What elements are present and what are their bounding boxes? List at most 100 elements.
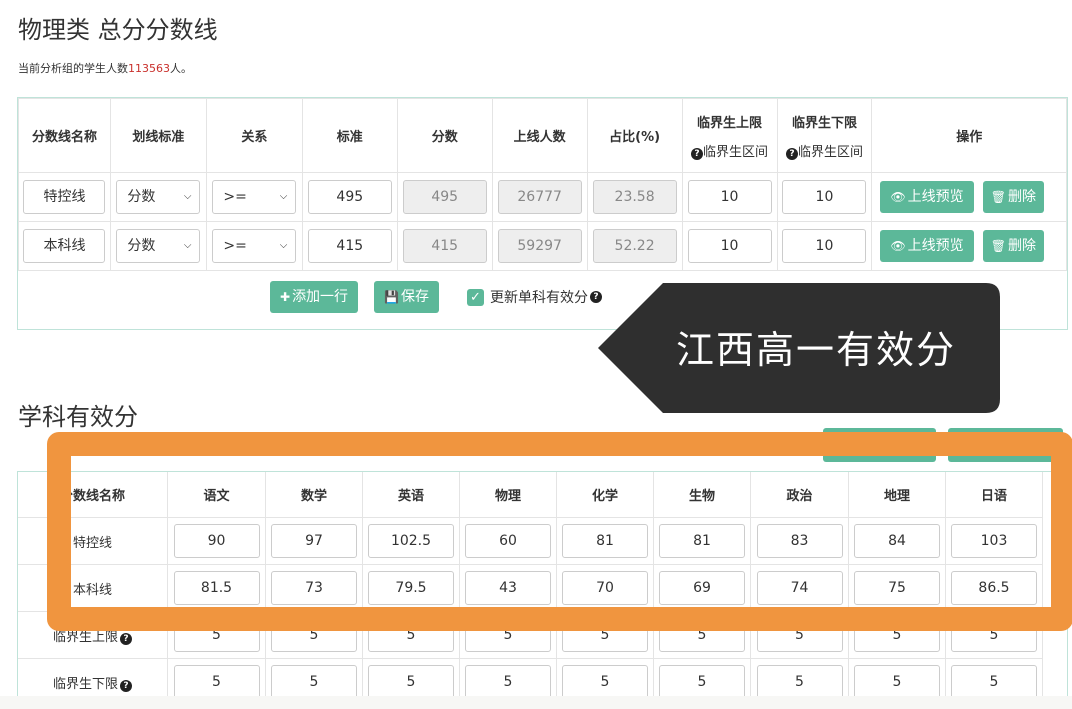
standard-input[interactable]: 495 — [307, 180, 392, 214]
help-icon[interactable]: ? — [785, 147, 798, 160]
col-header-standard: 标准 — [301, 98, 398, 173]
subject-score-input[interactable]: 5 — [951, 618, 1037, 652]
annotation-callout: 江西高一有效分 — [598, 283, 1000, 413]
col-header-subject: 英语 — [362, 472, 460, 518]
ratio-field: 52.22 — [592, 229, 677, 263]
table-row: 本科线 81.5 73 79.5 43 70 69 74 75 86.5 — [18, 564, 1043, 612]
col-header-action: 操作 — [871, 98, 1067, 173]
col-header-subject: 物理 — [459, 472, 557, 518]
col-header-subject: 生物 — [653, 472, 751, 518]
subject-score-input[interactable]: 69 — [659, 571, 745, 605]
row-label: 本科线 — [18, 564, 168, 612]
table-row: 特控线 90 97 102.5 60 81 81 83 84 103 — [18, 517, 1043, 565]
row-label: 临界生上限? — [18, 611, 168, 659]
partially-hidden-button[interactable] — [948, 428, 1063, 462]
score-field: 415 — [402, 229, 487, 263]
subject-score-input[interactable]: 5 — [659, 618, 745, 652]
row-label: 特控线 — [18, 517, 168, 565]
delete-button[interactable]: 🗑 删除 — [982, 230, 1044, 262]
standard-input[interactable]: 415 — [307, 229, 392, 263]
table-row: 临界生上限? 5 5 5 5 5 5 5 5 5 — [18, 611, 1043, 659]
update-subject-checkbox[interactable]: ✓ 更新单科有效分? — [467, 287, 602, 307]
preview-button[interactable]: 👁 上线预览 — [880, 230, 974, 262]
relation-select[interactable]: >= ⌵ — [212, 180, 297, 214]
subject-score-input[interactable]: 5 — [562, 665, 648, 699]
subject-score-input[interactable]: 5 — [368, 618, 454, 652]
trash-icon: 🗑 — [990, 190, 1006, 204]
subject-score-input[interactable]: 97 — [271, 524, 357, 558]
ratio-field: 23.58 — [592, 180, 677, 214]
partially-hidden-button[interactable] — [823, 428, 936, 462]
subject-score-input[interactable]: 43 — [465, 571, 551, 605]
subject-score-panel: 分数线名称 语文 数学 英语 物理 化学 生物 政治 地理 日语 特控线 90 … — [17, 471, 1068, 709]
subject-score-input[interactable]: 5 — [854, 665, 940, 699]
subject-score-input[interactable]: 5 — [271, 618, 357, 652]
chevron-down-icon: ⌵ — [183, 191, 192, 202]
subject-score-input[interactable]: 5 — [756, 618, 843, 652]
col-header-name: 分数线名称 — [18, 98, 111, 173]
lower-input[interactable]: 10 — [782, 229, 867, 263]
help-icon[interactable]: ? — [120, 679, 132, 692]
line-name-input[interactable]: 本科线 — [23, 229, 106, 263]
subject-score-input[interactable]: 90 — [173, 524, 260, 558]
subject-score-input[interactable]: 81 — [659, 524, 745, 558]
plus-icon: ✚ — [280, 290, 291, 304]
subject-score-input[interactable]: 75 — [854, 571, 940, 605]
subject-score-input[interactable]: 5 — [465, 618, 551, 652]
upper-input[interactable]: 10 — [687, 180, 772, 214]
relation-select[interactable]: >= ⌵ — [212, 229, 297, 263]
trash-icon: 🗑 — [990, 239, 1006, 253]
subject-score-input[interactable]: 5 — [173, 618, 260, 652]
col-header-standard-type: 划线标准 — [109, 98, 207, 173]
eye-icon: 👁 — [890, 190, 906, 204]
subject-score-input[interactable]: 84 — [854, 524, 940, 558]
upper-input[interactable]: 10 — [687, 229, 772, 263]
subject-score-input[interactable]: 5 — [271, 665, 357, 699]
subject-score-input[interactable]: 5 — [659, 665, 745, 699]
col-header-subject: 日语 — [945, 472, 1043, 518]
help-icon[interactable]: ? — [691, 147, 704, 160]
col-header-ratio: 占比(%) — [586, 98, 683, 173]
subject-score-input[interactable]: 81 — [562, 524, 648, 558]
subject-score-input[interactable]: 103 — [951, 524, 1037, 558]
col-header-subject: 数学 — [265, 472, 363, 518]
bottom-edge — [0, 696, 1072, 709]
subject-score-input[interactable]: 79.5 — [368, 571, 454, 605]
line-name-input[interactable]: 特控线 — [23, 180, 106, 214]
delete-button[interactable]: 🗑 删除 — [982, 181, 1044, 213]
checkmark-icon: ✓ — [467, 288, 484, 306]
subject-score-input[interactable]: 5 — [951, 665, 1037, 699]
subject-score-input[interactable]: 81.5 — [173, 571, 260, 605]
subject-score-input[interactable]: 70 — [562, 571, 648, 605]
subject-score-input[interactable]: 5 — [368, 665, 454, 699]
section-title: 学科有效分 — [18, 403, 138, 431]
subject-score-input[interactable]: 86.5 — [951, 571, 1037, 605]
score-line-table: 分数线名称 划线标准 关系 标准 分数 上线人数 占比(%) 临界生上限? 临界生… — [18, 98, 1067, 271]
subject-score-input[interactable]: 5 — [173, 665, 260, 699]
subject-score-input[interactable]: 102.5 — [368, 524, 454, 558]
subject-score-input[interactable]: 74 — [756, 571, 843, 605]
subject-score-input[interactable]: 73 — [271, 571, 357, 605]
subject-score-input[interactable]: 60 — [465, 524, 551, 558]
save-button[interactable]: 💾 保存 — [374, 281, 439, 313]
preview-button[interactable]: 👁 上线预览 — [880, 181, 974, 213]
col-header-subject: 化学 — [556, 472, 654, 518]
subject-score-input[interactable]: 5 — [854, 618, 940, 652]
col-header-subject: 政治 — [750, 472, 849, 518]
subject-score-input[interactable]: 83 — [756, 524, 843, 558]
lower-input[interactable]: 10 — [782, 180, 867, 214]
count-field: 59297 — [497, 229, 582, 263]
subject-score-input[interactable]: 5 — [562, 618, 648, 652]
col-header-score: 分数 — [396, 98, 493, 173]
chevron-down-icon: ⌵ — [279, 191, 288, 202]
callout-text: 江西高一有效分 — [676, 328, 957, 372]
col-header-lower: 临界生下限? 临界生区间 — [776, 98, 873, 173]
standard-type-select[interactable]: 分数 ⌵ — [116, 180, 201, 214]
help-icon[interactable]: ? — [120, 632, 132, 645]
subject-score-input[interactable]: 5 — [465, 665, 551, 699]
count-field: 26777 — [497, 180, 582, 214]
add-row-button[interactable]: ✚ 添加一行 — [270, 281, 359, 313]
subject-score-input[interactable]: 5 — [756, 665, 843, 699]
table-row: 本科线 分数 ⌵ >= ⌵ 415 415 59297 52.22 10 10 👁 上… — [18, 221, 1067, 271]
standard-type-select[interactable]: 分数 ⌵ — [116, 229, 201, 263]
